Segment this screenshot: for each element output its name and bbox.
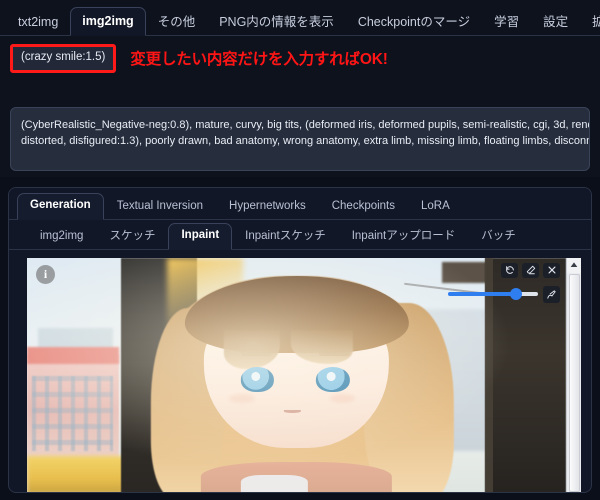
tab-mode-inpaint-upload[interactable]: Inpaintアップロード bbox=[339, 224, 469, 250]
tab-generation[interactable]: Generation bbox=[17, 193, 104, 220]
tab-mode-batch[interactable]: バッチ bbox=[468, 224, 529, 250]
brush-size-slider[interactable] bbox=[448, 288, 538, 300]
negative-prompt-input[interactable]: (CyberRealistic_Negative-neg:0.8), matur… bbox=[10, 106, 590, 171]
tab-txt2img[interactable]: txt2img bbox=[6, 8, 70, 37]
annotation-text: 変更したい内容だけを入力すればOK! bbox=[130, 51, 388, 69]
tab-textual-inversion[interactable]: Textual Inversion bbox=[104, 194, 216, 220]
positive-prompt-input[interactable]: (crazy smile:1.5) bbox=[10, 44, 117, 73]
eraser-icon[interactable] bbox=[522, 262, 539, 278]
character-eyebrow-right bbox=[318, 350, 350, 357]
tab-checkpoints[interactable]: Checkpoints bbox=[319, 194, 408, 220]
inpaint-canvas-area: i bbox=[27, 257, 581, 492]
scroll-up-arrow-icon[interactable] bbox=[567, 257, 581, 273]
negative-prompt-line-2: distorted, disfigured:1.3), poorly drawn… bbox=[21, 134, 589, 147]
brush-icon[interactable] bbox=[543, 285, 560, 303]
tab-checkpoint-merger[interactable]: Checkpointのマージ bbox=[346, 8, 482, 37]
tab-lora[interactable]: LoRA bbox=[408, 194, 463, 220]
tab-png-info[interactable]: PNG内の情報を表示 bbox=[207, 8, 346, 37]
generation-panel: Generation Textual Inversion Hypernetwor… bbox=[8, 186, 592, 493]
image-canvas[interactable]: i bbox=[27, 257, 566, 492]
slider-fill bbox=[448, 292, 517, 296]
tab-mode-sketch[interactable]: スケッチ bbox=[96, 224, 168, 250]
slider-knob[interactable] bbox=[510, 288, 523, 300]
close-icon[interactable] bbox=[543, 262, 560, 278]
tab-extensions[interactable]: 拡張機能 bbox=[580, 8, 600, 37]
negative-prompt-line-1: (CyberRealistic_Negative-neg:0.8), matur… bbox=[21, 118, 589, 131]
panel-tab-bar: Generation Textual Inversion Hypernetwor… bbox=[9, 187, 591, 220]
info-icon[interactable]: i bbox=[36, 264, 55, 284]
tab-hypernetworks[interactable]: Hypernetworks bbox=[216, 194, 319, 220]
mode-tab-bar: img2img スケッチ Inpaint Inpaintスケッチ Inpaint… bbox=[9, 219, 591, 250]
stable-diffusion-webui: txt2img img2img その他 PNG内の情報を表示 Checkpoin… bbox=[0, 0, 600, 500]
character-blush-right bbox=[330, 393, 356, 403]
image-window-grid bbox=[32, 375, 114, 452]
character-eyebrow-left bbox=[240, 350, 272, 357]
image-character bbox=[150, 267, 454, 492]
tab-settings[interactable]: 設定 bbox=[531, 8, 580, 37]
character-eye-left bbox=[240, 366, 275, 392]
image-pink-roof bbox=[27, 347, 119, 364]
tab-mode-inpaint-sketch[interactable]: Inpaintスケッチ bbox=[232, 224, 339, 250]
tab-mode-img2img[interactable]: img2img bbox=[27, 224, 96, 250]
positive-prompt-row: (crazy smile:1.5) 変更したい内容だけを入力すればOK! bbox=[10, 44, 590, 73]
character-blush-left bbox=[229, 393, 255, 403]
character-eye-right bbox=[316, 366, 350, 392]
positive-prompt-spacer bbox=[10, 73, 590, 95]
image-yellow-foliage bbox=[27, 455, 125, 492]
tab-other[interactable]: その他 bbox=[146, 8, 208, 37]
scrollbar-thumb[interactable] bbox=[568, 273, 580, 492]
tab-img2img[interactable]: img2img bbox=[70, 6, 146, 36]
tab-train[interactable]: 学習 bbox=[482, 8, 531, 37]
tab-mode-inpaint[interactable]: Inpaint bbox=[168, 223, 233, 250]
top-tab-bar: txt2img img2img その他 PNG内の情報を表示 Checkpoin… bbox=[0, 0, 600, 36]
prompt-zone: (crazy smile:1.5) 変更したい内容だけを入力すればOK! (Cy… bbox=[0, 36, 600, 177]
canvas-toolbar bbox=[501, 262, 560, 278]
character-collar bbox=[240, 475, 308, 492]
brush-controls bbox=[448, 285, 560, 303]
undo-icon[interactable] bbox=[501, 262, 518, 278]
canvas-vertical-scrollbar[interactable] bbox=[566, 257, 581, 492]
